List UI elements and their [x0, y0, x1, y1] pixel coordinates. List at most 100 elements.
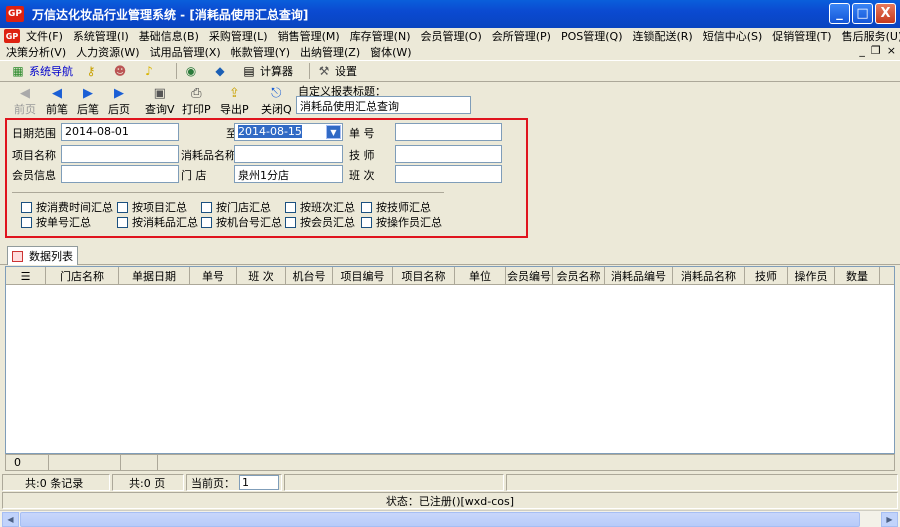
check-by-time[interactable]: 按消费时间汇总 — [21, 199, 113, 215]
member-input[interactable] — [61, 165, 179, 183]
col-header[interactable]: 会员编号 — [506, 267, 553, 285]
settings-button[interactable]: ⚒ 设置 — [316, 63, 357, 79]
minimize-button[interactable]: _ — [829, 3, 850, 24]
col-header[interactable]: 数量 — [835, 267, 880, 285]
maximize-button[interactable]: □ — [852, 3, 873, 24]
col-header[interactable]: 班 次 — [237, 267, 286, 285]
grid-footer: 0 — [5, 454, 895, 471]
menu-row-2: 决策分析(V) 人力资源(W) 试用品管理(X) 帐款管理(Y) 出纳管理(Z)… — [6, 44, 422, 60]
scroll-left-icon[interactable]: ◀ — [2, 512, 19, 527]
key-button[interactable]: ⚷ — [83, 63, 102, 79]
last-page-button[interactable]: ▶ 后页 — [108, 85, 130, 117]
col-header[interactable]: 门店名称 — [46, 267, 119, 285]
col-header[interactable]: 单号 — [190, 267, 237, 285]
check-by-store[interactable]: 按门店汇总 — [201, 199, 271, 215]
item-name-input[interactable] — [61, 145, 179, 163]
check-by-operator[interactable]: 按操作员汇总 — [361, 214, 442, 230]
print-label: 打印P — [182, 103, 211, 116]
calculator-button[interactable]: ▤ 计算器 — [241, 63, 293, 79]
check-by-tech[interactable]: 按技师汇总 — [361, 199, 431, 215]
date-from-input[interactable]: 2014-08-01 — [61, 123, 179, 141]
col-header[interactable]: 技师 — [745, 267, 788, 285]
consumable-input[interactable] — [234, 145, 343, 163]
mdi-close-button[interactable]: × — [887, 44, 896, 57]
date-to-value: 2014-08-15 — [238, 125, 302, 138]
info-button[interactable]: ◆ — [212, 63, 231, 79]
menu-decision[interactable]: 决策分析(V) — [6, 44, 66, 60]
menu-chain[interactable]: 连锁配送(R) — [632, 28, 692, 44]
menu-system[interactable]: 系统管理(I) — [73, 28, 129, 44]
menu-promo[interactable]: 促销管理(T) — [772, 28, 831, 44]
col-header[interactable]: 单位 — [455, 267, 506, 285]
close-button[interactable]: X — [875, 3, 896, 24]
map-icon: ▦ — [12, 64, 24, 78]
menu-purchase[interactable]: 采购管理(L) — [209, 28, 268, 44]
system-nav-button[interactable]: ▦ 系统导航 — [10, 63, 73, 79]
check-by-consumable[interactable]: 按消耗品汇总 — [117, 214, 198, 230]
arrow-left-icon: ◀ — [52, 85, 62, 101]
users-button[interactable]: ☻ — [112, 63, 131, 79]
col-header[interactable]: 机台号 — [286, 267, 333, 285]
query-button[interactable]: ▣ 查询V — [145, 85, 175, 117]
scroll-right-icon[interactable]: ▶ — [881, 512, 898, 527]
menu-inventory[interactable]: 库存管理(N) — [350, 28, 411, 44]
prev-record-button[interactable]: ◀ 前笔 — [46, 85, 68, 117]
menu-sales[interactable]: 销售管理(M) — [278, 28, 340, 44]
tech-input[interactable] — [395, 145, 502, 163]
checkbox-icon — [285, 216, 296, 228]
doc-no-input[interactable] — [395, 123, 502, 141]
calculator-icon: ▤ — [243, 64, 255, 78]
mdi-restore-button[interactable]: ❐ — [871, 44, 881, 57]
mdi-minimize-button[interactable]: _ — [859, 44, 865, 57]
row-selector-header[interactable]: ☰ — [6, 267, 46, 285]
check-by-member[interactable]: 按会员汇总 — [285, 214, 355, 230]
col-header[interactable]: 消耗品名称 — [673, 267, 745, 285]
current-page-input[interactable]: 1 — [239, 475, 279, 490]
col-header[interactable]: 单据日期 — [119, 267, 190, 285]
close-report-button[interactable]: ⎋ 关闭Q — [261, 85, 292, 117]
check-by-shift[interactable]: 按班次汇总 — [285, 199, 355, 215]
globe-button[interactable]: ◉ — [183, 63, 202, 79]
menu-pos[interactable]: POS管理(Q) — [561, 28, 623, 44]
footer-count: 0 — [14, 456, 21, 469]
menu-file[interactable]: 文件(F) — [26, 28, 63, 44]
col-header[interactable]: 操作员 — [788, 267, 835, 285]
shift-input[interactable] — [395, 165, 502, 183]
menu-club[interactable]: 会所管理(P) — [492, 28, 551, 44]
horizontal-scrollbar[interactable]: ◀ ▶ — [0, 510, 900, 527]
first-page-button[interactable]: ◀ 前页 — [14, 85, 36, 117]
menu-sms[interactable]: 短信中心(S) — [703, 28, 763, 44]
status-bar: 共:0 条记录 共:0 页 当前页： 1 状态：已注册()[wxd-cos] — [0, 474, 900, 510]
scroll-thumb[interactable] — [20, 512, 860, 527]
bell-button[interactable]: ♪ — [141, 63, 160, 79]
check-by-doc[interactable]: 按单号汇总 — [21, 214, 91, 230]
col-header[interactable]: 项目编号 — [333, 267, 393, 285]
menu-cashier[interactable]: 出纳管理(Z) — [300, 44, 360, 60]
menu-accounts[interactable]: 帐款管理(Y) — [231, 44, 290, 60]
menu-basic-info[interactable]: 基础信息(B) — [139, 28, 199, 44]
check-by-machine[interactable]: 按机台号汇总 — [201, 214, 282, 230]
next-record-button[interactable]: ▶ 后笔 — [77, 85, 99, 117]
col-header[interactable]: 消耗品编号 — [605, 267, 673, 285]
export-button[interactable]: ⇪ 导出P — [220, 85, 249, 117]
checkbox-icon — [117, 216, 128, 228]
checkbox-icon — [285, 201, 296, 213]
tab-data-list[interactable]: 数据列表 — [7, 246, 78, 265]
print-button[interactable]: ⎙ 打印P — [182, 85, 211, 117]
col-header[interactable]: 会员名称 — [553, 267, 605, 285]
check-by-item[interactable]: 按项目汇总 — [117, 199, 187, 215]
date-to-input[interactable]: 2014-08-15 ▼ — [234, 123, 343, 141]
menu-member[interactable]: 会员管理(O) — [421, 28, 482, 44]
check-by-machine-label: 按机台号汇总 — [216, 216, 282, 229]
col-header[interactable]: 项目名称 — [393, 267, 455, 285]
store-input[interactable]: 泉州1分店 — [234, 165, 343, 183]
app-logo-icon: GP — [6, 6, 24, 22]
data-grid[interactable]: ☰ 门店名称 单据日期 单号 班 次 机台号 项目编号 项目名称 单位 会员编号… — [5, 266, 895, 454]
dropdown-arrow-icon[interactable]: ▼ — [326, 125, 341, 139]
menu-window[interactable]: 窗体(W) — [370, 44, 411, 60]
export-icon: ⇪ — [228, 85, 240, 101]
menu-after-sales[interactable]: 售后服务(U) — [842, 28, 900, 44]
custom-title-input[interactable]: 消耗品使用汇总查询 — [296, 96, 471, 114]
menu-hr[interactable]: 人力资源(W) — [76, 44, 139, 60]
menu-trial[interactable]: 试用品管理(X) — [150, 44, 221, 60]
